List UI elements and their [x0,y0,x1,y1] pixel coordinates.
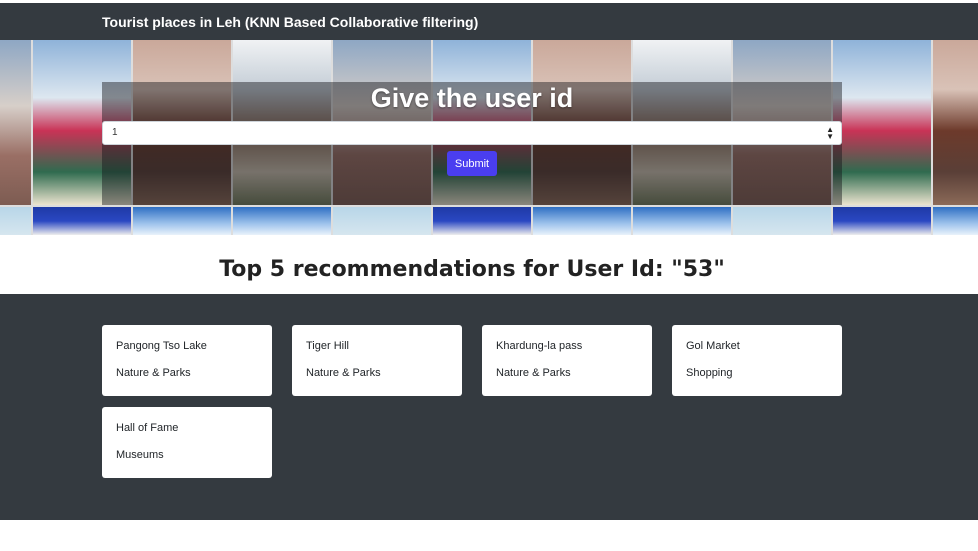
banner-photo [333,207,431,235]
user-id-select[interactable]: 1 ▲ ▼ [102,121,842,145]
recommendation-card: Khardung-la pass Nature & Parks [482,325,652,396]
banner-photo [633,207,731,235]
recommendations-heading: Top 5 recommendations for User Id: "53" [219,257,725,282]
recommendation-card: Gol Market Shopping [672,325,842,396]
banner-bottom-row [0,207,978,235]
user-id-select-value: 1 [112,127,118,138]
form-title: Give the user id [370,83,574,113]
place-name: Khardung-la pass [496,340,583,352]
banner-photo [733,207,831,235]
place-category: Nature & Parks [306,367,381,379]
banner-photo [833,40,931,205]
banner-photo [0,40,31,205]
banner-photo [933,207,978,235]
banner-photo [0,207,31,235]
place-name: Gol Market [686,340,740,352]
recommendation-card: Hall of Fame Museums [102,407,272,478]
place-name: Pangong Tso Lake [116,340,207,352]
top-navbar: Tourist places in Leh (KNN Based Collabo… [0,0,978,40]
place-category: Shopping [686,367,733,379]
select-arrows-icon: ▲ ▼ [826,125,834,141]
banner-photo [433,207,531,235]
submit-button[interactable]: Submit [447,151,497,176]
recommendations-section: Pangong Tso Lake Nature & Parks Tiger Hi… [0,294,978,520]
place-name: Hall of Fame [116,422,179,434]
place-name: Tiger Hill [306,340,349,352]
banner-photo [133,207,231,235]
banner-photo [33,207,131,235]
place-category: Nature & Parks [116,367,191,379]
recommendation-card: Pangong Tso Lake Nature & Parks [102,325,272,396]
place-category: Museums [116,449,164,461]
place-category: Nature & Parks [496,367,571,379]
recommendation-card: Tiger Hill Nature & Parks [292,325,462,396]
navbar-brand[interactable]: Tourist places in Leh (KNN Based Collabo… [102,14,478,30]
banner-photo [233,207,331,235]
banner-photo [833,207,931,235]
banner-photo [933,40,978,205]
banner-photo [533,207,631,235]
